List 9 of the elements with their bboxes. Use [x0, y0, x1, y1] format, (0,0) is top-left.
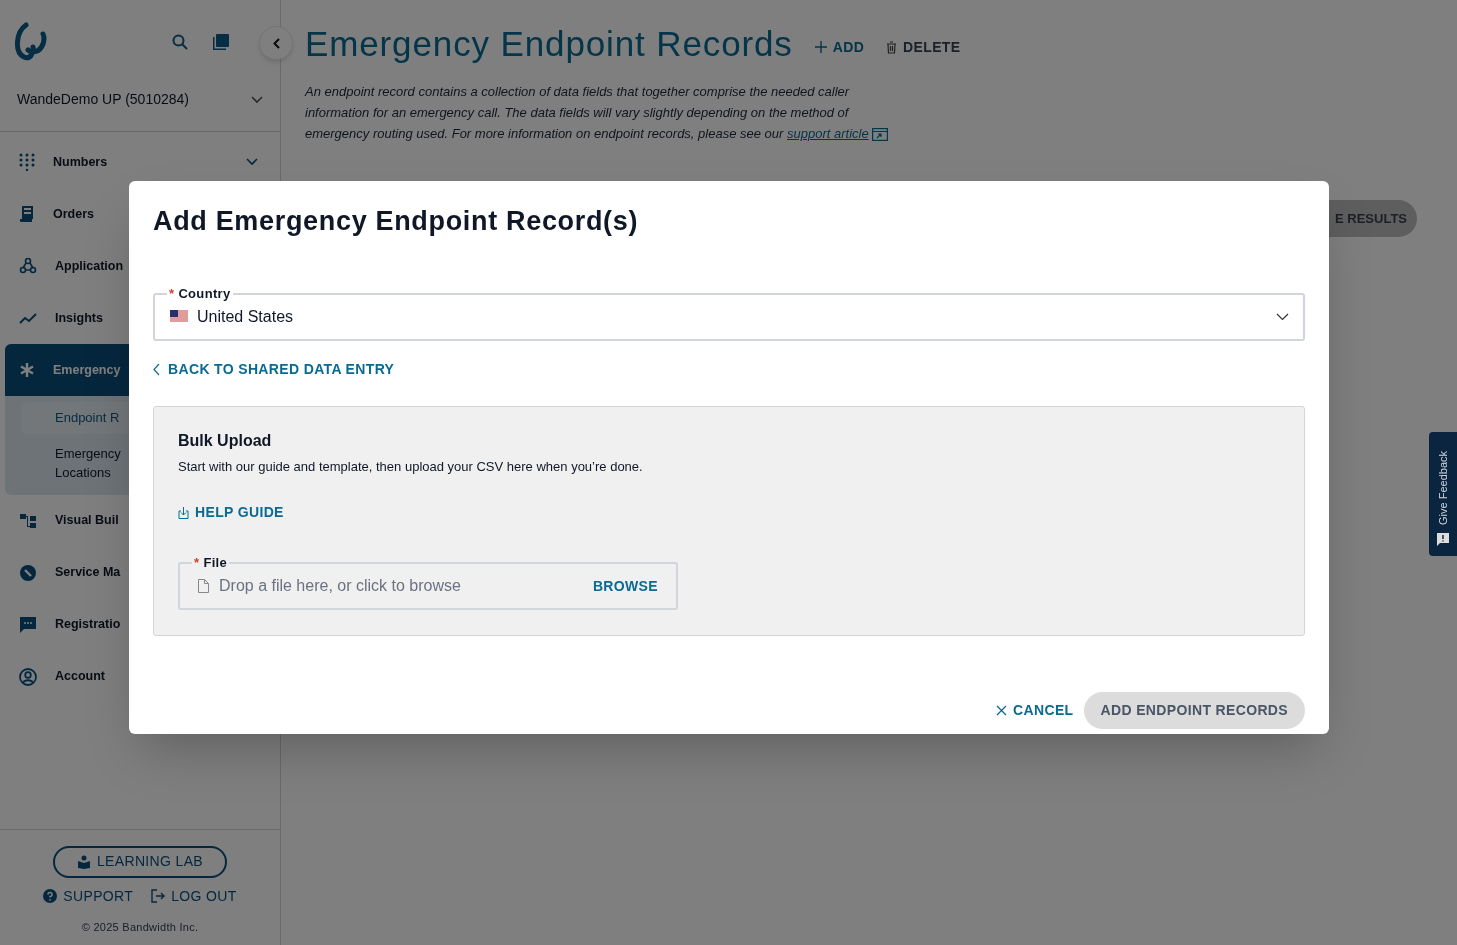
bulk-upload-text: Start with our guide and template, then upload your CSV here when you’re done.	[178, 457, 644, 476]
modal-title: Add Emergency Endpoint Record(s)	[153, 205, 640, 238]
file-placeholder: Drop a file here, or click to browse	[219, 576, 462, 596]
page-title: Emergency Endpoint Records	[305, 23, 793, 65]
add-endpoint-records-button: ADD ENDPOINT RECORDS	[1083, 691, 1305, 729]
copyright-text: © 2025 Bandwidth Inc.	[81, 919, 199, 935]
country-value: United States	[197, 306, 295, 327]
description-text: An endpoint record contains a collection of data fields that together comprise the needed caller information for an emergency call. The data fields will vary slightly depending on the method of emergency routing used. For more information on endpoint records, please see our support article	[305, 80, 915, 144]
bulk-upload-title: Bulk Upload	[178, 430, 273, 451]
